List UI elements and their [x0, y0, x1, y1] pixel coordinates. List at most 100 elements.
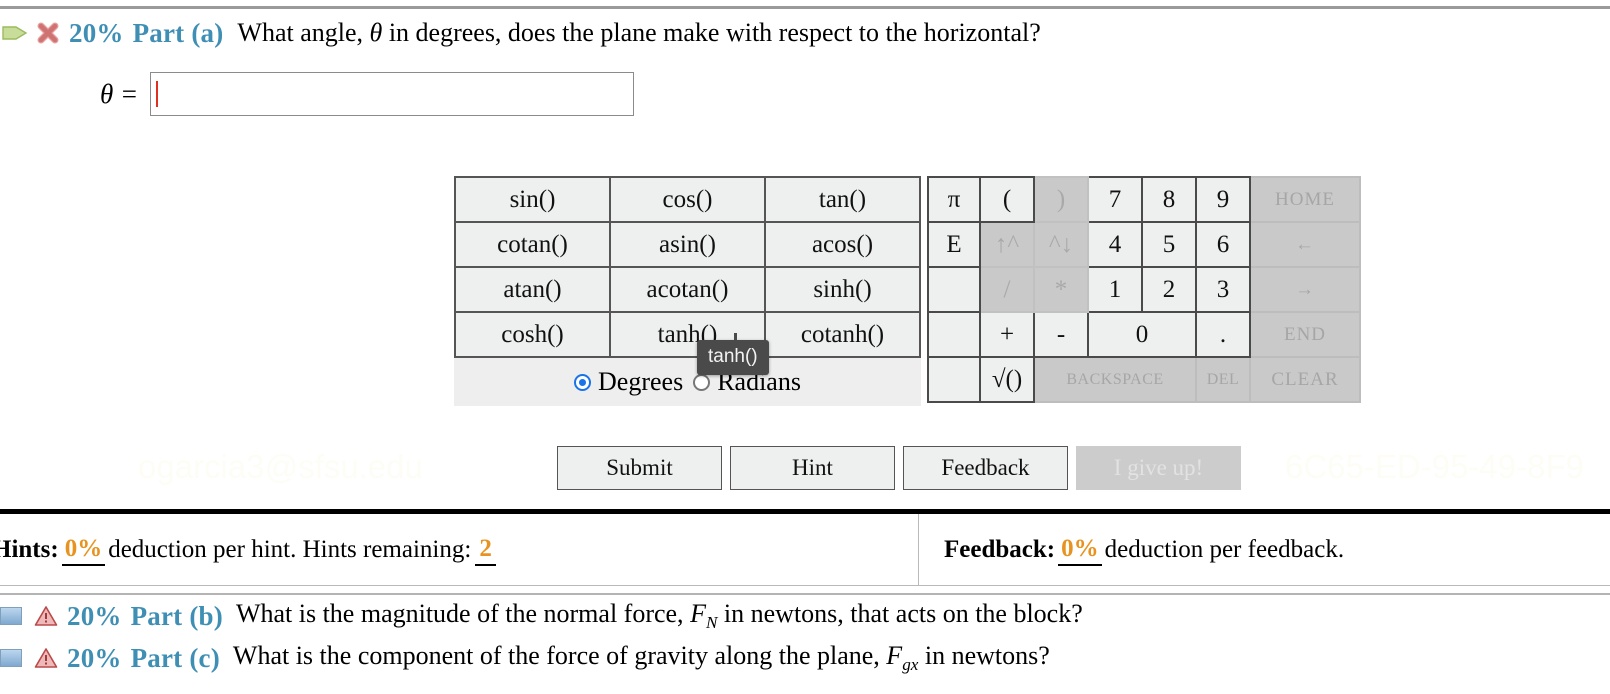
part-b-percent: 20%: [67, 600, 122, 631]
part-c-label: Part (c): [130, 642, 220, 673]
hints-text: deduction per hint. Hints remaining:: [108, 536, 472, 563]
hints-remaining: 2: [475, 535, 496, 566]
trig-function-panel: sin() cos() tan() cotan() asin() acos() …: [454, 176, 921, 406]
key-blank-2: [927, 311, 981, 358]
key-5[interactable]: 5: [1141, 221, 1197, 268]
theta-symbol: θ: [369, 18, 383, 47]
radio-degrees-icon[interactable]: [574, 373, 592, 391]
key-divide: /: [979, 266, 1035, 313]
key-rparen: ): [1033, 176, 1089, 223]
key-subscript-down-icon: ^↓: [1033, 221, 1089, 268]
hints-label: Hints:: [0, 536, 59, 563]
key-arrow-right-icon: →: [1249, 266, 1361, 313]
answer-input[interactable]: [150, 72, 635, 116]
key-atan[interactable]: atan(): [454, 266, 611, 313]
keypad-row: E ↑^ ^↓ 4 5 6 ←: [927, 221, 1361, 268]
key-cotan[interactable]: cotan(): [454, 221, 611, 268]
key-sin[interactable]: sin(): [454, 176, 611, 223]
key-acos[interactable]: acos(): [764, 221, 921, 268]
part-c-q-b: in newtons?: [918, 640, 1050, 670]
key-cotanh[interactable]: cotanh(): [764, 311, 921, 358]
key-3[interactable]: 3: [1195, 266, 1251, 313]
key-pi[interactable]: π: [927, 176, 981, 223]
trig-keypad-body: sin() cos() tan() cotan() asin() acos() …: [454, 176, 921, 358]
key-2[interactable]: 2: [1141, 266, 1197, 313]
key-backspace: BACKSPACE: [1033, 356, 1197, 403]
key-6[interactable]: 6: [1195, 221, 1251, 268]
key-minus[interactable]: -: [1033, 311, 1089, 358]
key-sqrt[interactable]: √(): [979, 356, 1035, 403]
mode-degrees[interactable]: Degrees: [574, 367, 683, 397]
warning-triangle-icon: [34, 606, 58, 626]
key-8[interactable]: 8: [1141, 176, 1197, 223]
question-prefix: What angle,: [237, 18, 370, 47]
trig-row: cotan() asin() acos(): [454, 221, 921, 268]
hints-deduction: 0%: [61, 535, 106, 566]
key-asin[interactable]: asin(): [609, 221, 766, 268]
key-1[interactable]: 1: [1087, 266, 1143, 313]
give-up-button: I give up!: [1076, 446, 1241, 490]
part-a-label: Part (a): [132, 17, 224, 48]
angle-mode-row: Degrees Radians tanh(): [454, 333, 921, 406]
keypad-row: π ( ) 7 8 9 HOME: [927, 176, 1361, 223]
warning-triangle-icon: [34, 648, 58, 668]
part-c-symbol: F: [886, 640, 903, 670]
keypad-row: / * 1 2 3 →: [927, 266, 1361, 313]
key-acotan[interactable]: acotan(): [609, 266, 766, 313]
expander-icon[interactable]: [0, 649, 22, 667]
answer-row: θ =: [100, 72, 635, 116]
part-b-row[interactable]: 20% Part (b) What is the magnitude of th…: [0, 595, 1083, 637]
part-b-label: Part (b): [130, 600, 223, 631]
key-cosh[interactable]: cosh(): [454, 311, 611, 358]
part-b-q-b: in newtons, that acts on the block?: [717, 598, 1083, 628]
key-end: END: [1249, 311, 1361, 358]
key-multiply: *: [1033, 266, 1089, 313]
trig-row: sin() cos() tan(): [454, 176, 921, 223]
expander-icon[interactable]: [0, 607, 22, 625]
key-4[interactable]: 4: [1087, 221, 1143, 268]
mode-degrees-label: Degrees: [598, 367, 684, 396]
keypad-row: √() BACKSPACE DEL CLEAR: [927, 356, 1361, 403]
feedback-button[interactable]: Feedback: [903, 446, 1068, 490]
part-b-subscript: N: [705, 613, 718, 633]
key-clear: CLEAR: [1249, 356, 1361, 403]
part-c-question: What is the component of the force of gr…: [233, 641, 1050, 675]
key-tan[interactable]: tan(): [764, 176, 921, 223]
key-e[interactable]: E: [927, 221, 981, 268]
key-0[interactable]: 0: [1087, 311, 1197, 358]
watermark-email: ogarcia3@sfsu.edu: [138, 448, 423, 485]
hint-button[interactable]: Hint: [730, 446, 895, 490]
key-lparen[interactable]: (: [979, 176, 1035, 223]
key-plus[interactable]: +: [979, 311, 1035, 358]
feedback-text: deduction per feedback.: [1104, 536, 1345, 563]
part-c-subscript: gx: [902, 655, 919, 675]
answer-label: θ =: [100, 78, 139, 109]
feedback-deduction: 0%: [1058, 535, 1102, 566]
key-decimal[interactable]: .: [1195, 311, 1251, 358]
calculator-widget: sin() cos() tan() cotan() asin() acos() …: [454, 176, 1361, 406]
red-x-icon: [37, 22, 59, 44]
radio-radians-icon[interactable]: [693, 373, 711, 391]
homework-problem-page: 20% Part (a) What angle, θ in degrees, d…: [0, 0, 1610, 694]
key-superscript-up-icon: ↑^: [979, 221, 1035, 268]
numeric-keypad-body: π ( ) 7 8 9 HOME E ↑^ ^↓ 4 5 6 ← / * 1 2…: [927, 176, 1361, 403]
key-7[interactable]: 7: [1087, 176, 1143, 223]
key-sinh[interactable]: sinh(): [764, 266, 921, 313]
key-cos[interactable]: cos(): [609, 176, 766, 223]
key-home: HOME: [1249, 176, 1361, 223]
key-arrow-left-icon: ←: [1249, 221, 1361, 268]
submit-button[interactable]: Submit: [557, 446, 722, 490]
part-c-row[interactable]: 20% Part (c) What is the component of th…: [0, 637, 1050, 679]
key-blank-1: [927, 266, 981, 313]
text-caret: [156, 81, 159, 107]
key-9[interactable]: 9: [1195, 176, 1251, 223]
key-del: DEL: [1195, 356, 1251, 403]
top-divider: [0, 6, 1610, 9]
feedback-cell: Feedback: 0% deduction per feedback.: [919, 514, 1610, 586]
part-b-symbol: F: [690, 598, 706, 628]
part-a-header: 20% Part (a) What angle, θ in degrees, d…: [0, 14, 1041, 52]
green-arrow-icon[interactable]: [2, 25, 28, 41]
part-b-q-a: What is the magnitude of the normal forc…: [235, 598, 691, 628]
trig-row: atan() acotan() sinh(): [454, 266, 921, 313]
numeric-keypad: π ( ) 7 8 9 HOME E ↑^ ^↓ 4 5 6 ← / * 1 2…: [927, 176, 1361, 403]
